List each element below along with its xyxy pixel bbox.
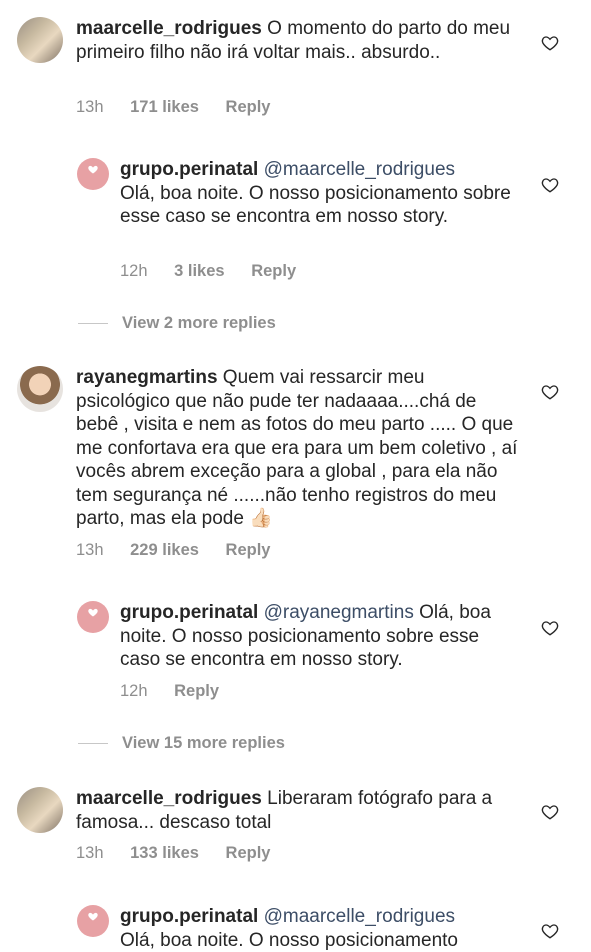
reply-username[interactable]: grupo.perinatal xyxy=(120,906,258,927)
reply-text: grupo.perinatal @maarcelle_rodrigues Olá… xyxy=(120,158,520,229)
comment-likes[interactable]: 171 likes xyxy=(130,98,199,116)
comment-likes[interactable]: 133 likes xyxy=(130,844,199,862)
view-more-replies[interactable]: View 15 more replies xyxy=(78,734,285,753)
heart-outline-icon[interactable] xyxy=(541,34,559,52)
reply-button[interactable]: Reply xyxy=(226,98,271,116)
reply-likes[interactable]: 3 likes xyxy=(174,262,224,280)
view-more-replies[interactable]: View 2 more replies xyxy=(78,314,276,333)
reply-time: 12h xyxy=(120,682,148,700)
reply-meta: 12h Reply xyxy=(120,682,241,701)
comment-username[interactable]: maarcelle_rodrigues xyxy=(76,18,262,39)
heart-logo-icon xyxy=(88,608,98,617)
avatar[interactable] xyxy=(17,366,63,412)
comment-text: maarcelle_rodrigues Liberaram fotógrafo … xyxy=(76,787,521,834)
reply-button[interactable]: Reply xyxy=(226,844,271,862)
divider-line xyxy=(78,323,108,324)
reply-button[interactable]: Reply xyxy=(226,541,271,559)
heart-outline-icon[interactable] xyxy=(541,383,559,401)
reply-body: Olá, boa noite. O nosso posicionamento s… xyxy=(120,182,511,228)
comment-body: Quem vai ressarcir meu psicológico que n… xyxy=(76,367,518,529)
reply-text: grupo.perinatal @maarcelle_rodrigues Olá… xyxy=(120,905,520,952)
heart-outline-icon[interactable] xyxy=(541,803,559,821)
comment-time: 13h xyxy=(76,541,104,559)
view-more-label: View 15 more replies xyxy=(122,734,285,752)
heart-outline-icon[interactable] xyxy=(541,619,559,637)
comment-time: 13h xyxy=(76,98,104,116)
comment-time: 13h xyxy=(76,844,104,862)
heart-outline-icon[interactable] xyxy=(541,176,559,194)
comment-username[interactable]: maarcelle_rodrigues xyxy=(76,788,262,809)
reply-username[interactable]: grupo.perinatal xyxy=(120,159,258,180)
heart-logo-icon xyxy=(88,165,98,174)
comment-meta: 13h 229 likes Reply xyxy=(76,541,292,560)
divider-line xyxy=(78,743,108,744)
comment-username[interactable]: rayanegmartins xyxy=(76,367,218,388)
view-more-label: View 2 more replies xyxy=(122,314,276,332)
reply-button[interactable]: Reply xyxy=(174,682,219,700)
reply-button[interactable]: Reply xyxy=(251,262,296,280)
reply-meta: 12h 3 likes Reply xyxy=(120,262,318,281)
mention-link[interactable]: @maarcelle_rodrigues xyxy=(264,159,455,180)
avatar[interactable] xyxy=(77,905,109,937)
comment-meta: 13h 171 likes Reply xyxy=(76,98,292,117)
comment-likes[interactable]: 229 likes xyxy=(130,541,199,559)
avatar[interactable] xyxy=(77,601,109,633)
reply-text: grupo.perinatal @rayanegmartins Olá, boa… xyxy=(120,601,520,672)
avatar[interactable] xyxy=(77,158,109,190)
reply-time: 12h xyxy=(120,262,148,280)
mention-link[interactable]: @rayanegmartins xyxy=(264,602,414,623)
avatar[interactable] xyxy=(17,787,63,833)
heart-outline-icon[interactable] xyxy=(541,922,559,940)
heart-logo-icon xyxy=(88,912,98,921)
reply-username[interactable]: grupo.perinatal xyxy=(120,602,258,623)
avatar[interactable] xyxy=(17,17,63,63)
comment-meta: 13h 133 likes Reply xyxy=(76,844,292,863)
mention-link[interactable]: @maarcelle_rodrigues xyxy=(264,906,455,927)
reply-body: Olá, boa noite. O nosso posicionamento xyxy=(120,929,458,951)
comment-text: maarcelle_rodrigues O momento do parto d… xyxy=(76,17,521,64)
comment-text: rayanegmartins Quem vai ressarcir meu ps… xyxy=(76,366,521,531)
